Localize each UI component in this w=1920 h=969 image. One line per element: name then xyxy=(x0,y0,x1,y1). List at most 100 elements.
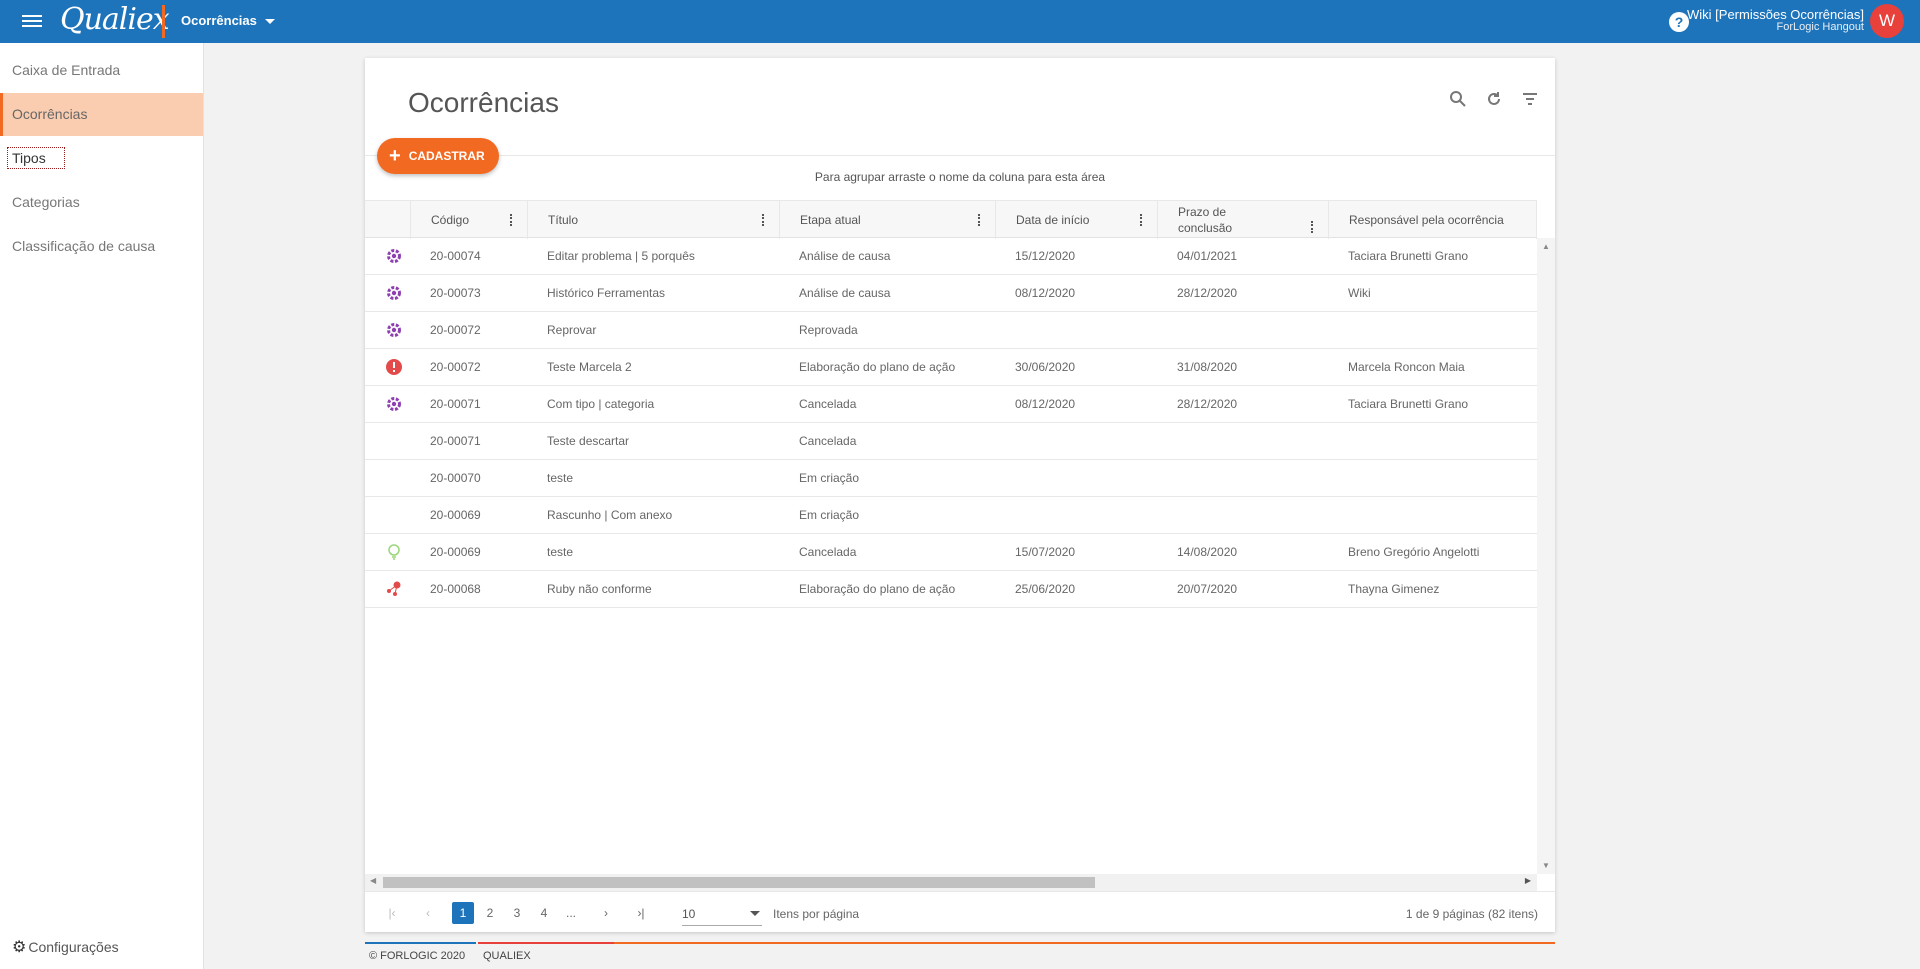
alert-icon xyxy=(385,358,403,376)
sidebar-item-types[interactable]: Tipos xyxy=(0,137,203,180)
next-page-icon[interactable]: › xyxy=(595,902,617,924)
scroll-left-icon[interactable]: ◀ xyxy=(370,876,376,885)
top-bar: Qualiex Ocorrências ? Wiki [Permissões O… xyxy=(0,0,1920,43)
column-menu-icon[interactable] xyxy=(762,214,765,226)
cell-code: 20-00073 xyxy=(430,286,481,300)
page-title: Ocorrências xyxy=(408,87,559,118)
table-row[interactable]: 20-00074 Editar problema | 5 porquês Análi… xyxy=(365,238,1537,275)
cell-due xyxy=(1177,460,1327,497)
page-button-1[interactable]: 1 xyxy=(452,902,474,924)
cell-due: 31/08/2020 xyxy=(1177,360,1238,374)
table-row[interactable]: 20-00072 Reprovar Reprovada xyxy=(365,312,1537,349)
module-selector[interactable]: Ocorrências xyxy=(181,13,275,28)
table-row[interactable]: 20-00072 Teste Marcela 2 Elaboração do pla… xyxy=(365,349,1537,386)
table-row[interactable]: 20-00071 Teste descartar Cancelada xyxy=(365,423,1537,460)
page-button-more[interactable]: ... xyxy=(560,902,582,924)
cell-code: 20-00068 xyxy=(430,582,481,596)
page-size-select[interactable]: 10 xyxy=(682,902,762,926)
sidebar-item-cause-classification[interactable]: Classificação de causa xyxy=(0,225,203,268)
logo-divider xyxy=(162,5,165,38)
settings-link[interactable]: ⚙ Configurações xyxy=(12,937,119,957)
copyright: © FORLOGIC 2020 xyxy=(369,950,466,962)
cell-title: Ruby não conforme xyxy=(547,582,652,596)
cell-code: 20-00071 xyxy=(430,397,481,411)
refresh-icon[interactable] xyxy=(1483,90,1505,112)
cell-start xyxy=(1015,497,1155,534)
column-header-start-date[interactable]: Data de início xyxy=(996,201,1158,239)
page-size-label: Itens por página xyxy=(773,907,860,921)
add-button[interactable]: + CADASTRAR xyxy=(377,138,499,174)
cell-owner xyxy=(1348,497,1534,534)
help-icon[interactable]: ? xyxy=(1669,12,1689,32)
sidebar: Caixa de Entrada Ocorrências Tipos Categ… xyxy=(0,43,204,969)
cell-code: 20-00069 xyxy=(430,508,481,522)
column-menu-icon[interactable] xyxy=(978,214,981,226)
cell-stage: Reprovada xyxy=(799,323,858,337)
table-row[interactable]: 20-00073 Histórico Ferramentas Análise de … xyxy=(365,275,1537,312)
table-row[interactable]: 20-00069 teste Cancelada 15/07/2020 14/08/20… xyxy=(365,534,1537,571)
table-row[interactable]: 20-00069 Rascunho | Com anexo Em criação xyxy=(365,497,1537,534)
lightbulb-icon xyxy=(385,543,403,561)
menu-icon[interactable] xyxy=(22,12,42,30)
table-row[interactable]: 20-00070 teste Em criação xyxy=(365,460,1537,497)
sidebar-item-occurrences[interactable]: Ocorrências xyxy=(0,93,203,136)
cell-start: 08/12/2020 xyxy=(1015,286,1076,300)
page-button-2[interactable]: 2 xyxy=(479,902,501,924)
cell-stage: Cancelada xyxy=(799,397,857,411)
cell-owner xyxy=(1348,423,1534,460)
cell-code: 20-00069 xyxy=(430,545,481,559)
page-button-4[interactable]: 4 xyxy=(533,902,555,924)
cell-owner: Breno Gregório Angelotti xyxy=(1348,545,1480,559)
avatar[interactable]: W xyxy=(1870,4,1904,38)
chevron-down-icon xyxy=(264,19,275,25)
gear-icon xyxy=(385,284,403,302)
scroll-right-icon[interactable]: ▶ xyxy=(1525,876,1531,885)
footer-line xyxy=(365,942,476,944)
cell-title: Histórico Ferramentas xyxy=(547,286,666,300)
first-page-icon[interactable]: |‹ xyxy=(381,902,403,924)
table-row[interactable]: 20-00068 Ruby não conforme Elaboração do p… xyxy=(365,571,1537,608)
page-button-3[interactable]: 3 xyxy=(506,902,528,924)
user-name: Wiki [Permissões Ocorrências] xyxy=(1687,7,1864,22)
cell-stage: Cancelada xyxy=(799,545,857,559)
scroll-down-icon[interactable]: ▼ xyxy=(1542,861,1550,870)
cell-stage: Elaboração do plano de ação xyxy=(799,360,956,374)
horizontal-scrollbar[interactable]: ◀ ▶ xyxy=(365,874,1537,891)
column-header-label: Etapa atual xyxy=(800,213,861,227)
cell-due xyxy=(1177,497,1327,534)
cell-title: Teste descartar xyxy=(547,434,630,448)
vertical-scrollbar[interactable]: ▲ ▼ xyxy=(1537,238,1555,874)
cell-code: 20-00072 xyxy=(430,360,481,374)
scroll-up-icon[interactable]: ▲ xyxy=(1542,242,1550,251)
cell-start: 25/06/2020 xyxy=(1015,582,1076,596)
header-divider xyxy=(365,155,1555,156)
column-header-title[interactable]: Título xyxy=(528,201,780,239)
table-row[interactable]: 20-00071 Com tipo | categoria Cancelada 08/… xyxy=(365,386,1537,423)
column-menu-icon[interactable] xyxy=(1311,221,1314,233)
column-header-stage[interactable]: Etapa atual xyxy=(780,201,996,239)
column-header-due-date[interactable]: Prazo de conclusão xyxy=(1158,201,1329,239)
cell-start xyxy=(1015,460,1155,497)
column-header-owner[interactable]: Responsável pela ocorrência xyxy=(1329,201,1537,239)
sidebar-item-categories[interactable]: Categorias xyxy=(0,181,203,224)
scrollbar-thumb[interactable] xyxy=(383,877,1095,888)
cell-title: Rascunho | Com anexo xyxy=(547,508,673,522)
column-header-icon xyxy=(365,201,411,239)
gear-icon: ⚙ xyxy=(12,939,27,956)
cell-owner: Taciara Brunetti Grano xyxy=(1348,397,1469,411)
sidebar-item-inbox[interactable]: Caixa de Entrada xyxy=(0,49,203,92)
column-menu-icon[interactable] xyxy=(1140,214,1143,226)
cell-stage: Análise de causa xyxy=(799,286,891,300)
search-icon[interactable] xyxy=(1447,90,1469,112)
page-size-value: 10 xyxy=(682,907,696,921)
prev-page-icon[interactable]: ‹ xyxy=(417,902,439,924)
column-header-code[interactable]: Código xyxy=(411,201,528,239)
column-menu-icon[interactable] xyxy=(510,214,513,226)
cell-owner xyxy=(1348,460,1534,497)
user-info[interactable]: Wiki [Permissões Ocorrências] ForLogic H… xyxy=(1687,7,1864,33)
app-logo[interactable]: Qualiex xyxy=(60,2,170,37)
filter-icon[interactable] xyxy=(1519,90,1541,112)
cell-due: 28/12/2020 xyxy=(1177,286,1238,300)
cell-owner: Marcela Roncon Maia xyxy=(1348,360,1465,374)
last-page-icon[interactable]: ›| xyxy=(630,902,652,924)
